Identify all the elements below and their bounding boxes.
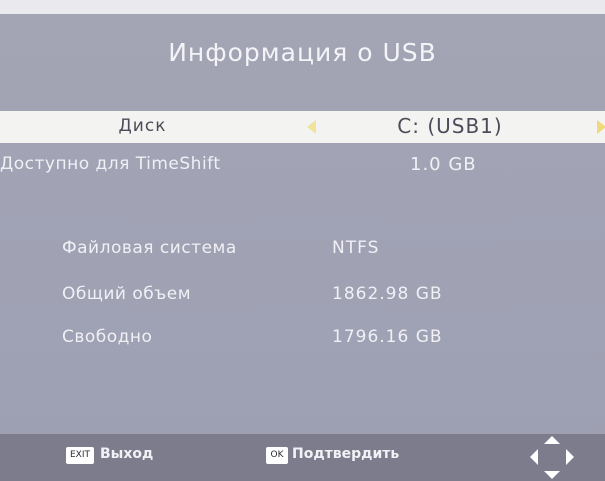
disk-label: Диск <box>118 116 167 136</box>
disk-selector-row[interactable]: Диск C: (USB1) <box>0 111 605 143</box>
timeshift-label: Доступно для TimeShift <box>0 154 221 174</box>
timeshift-value: 1.0 GB <box>410 154 477 175</box>
arrow-left-icon[interactable] <box>307 120 316 134</box>
nav-left-arrow-icon <box>530 449 538 465</box>
disk-value: C: (USB1) <box>397 114 503 138</box>
footer-bar: EXIT Выход OK Подтвердить <box>0 434 605 481</box>
navigation-arrows-icon <box>530 436 574 479</box>
total-size-label: Общий объем <box>62 284 192 304</box>
nav-right-arrow-icon <box>566 449 574 465</box>
confirm-label: Подтвердить <box>292 446 400 462</box>
total-size-value: 1862.98 GB <box>332 284 443 304</box>
nav-down-arrow-icon <box>544 471 560 479</box>
free-space-value: 1796.16 GB <box>332 327 443 347</box>
page-title: Информация о USB <box>168 38 437 67</box>
exit-label: Выход <box>100 446 154 462</box>
ok-key-badge[interactable]: OK <box>266 447 288 464</box>
nav-up-arrow-icon <box>544 436 560 444</box>
filesystem-label: Файловая система <box>62 238 237 258</box>
exit-key-badge[interactable]: EXIT <box>66 447 94 464</box>
arrow-right-icon[interactable] <box>597 120 605 134</box>
filesystem-value: NTFS <box>332 238 380 258</box>
usb-info-screen: Информация о USB Диск C: (USB1) Доступно… <box>0 14 605 481</box>
free-space-label: Свободно <box>62 327 153 347</box>
